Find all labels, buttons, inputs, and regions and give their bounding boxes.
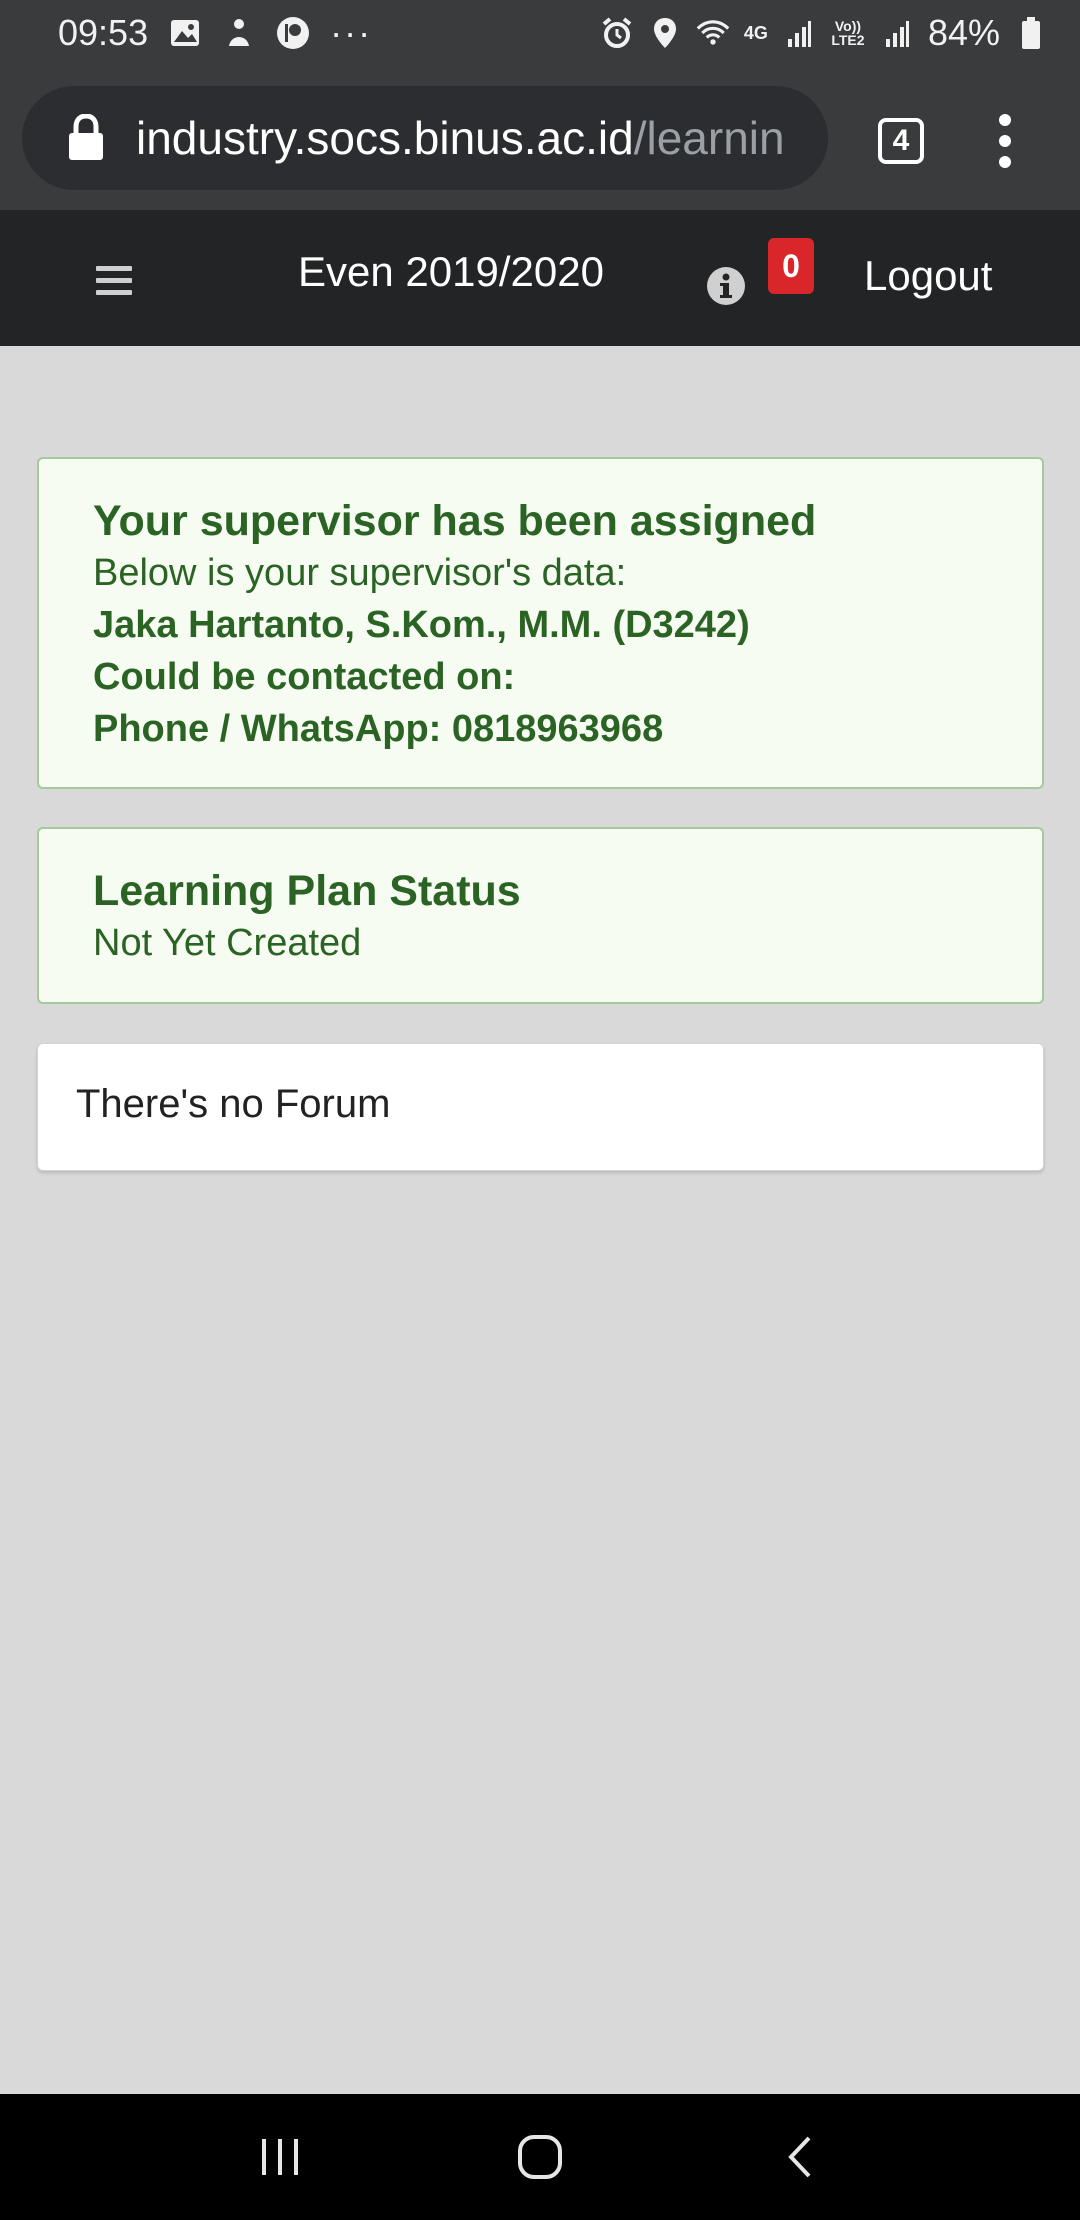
home-button[interactable] bbox=[510, 2127, 570, 2187]
learning-plan-title: Learning Plan Status bbox=[93, 867, 521, 915]
supervisor-subtitle: Below is your supervisor's data: bbox=[93, 552, 627, 594]
status-bar: 09:53 ··· 4G Vo)) LTE2 84% bbox=[0, 0, 1080, 66]
supervisor-card-title: Your supervisor has been assigned bbox=[93, 497, 817, 545]
patreon-icon bbox=[276, 16, 310, 50]
lock-icon bbox=[69, 114, 103, 160]
battery-icon bbox=[1014, 16, 1048, 50]
battery-percent: 84% bbox=[927, 12, 1000, 53]
clock: 09:53 bbox=[58, 12, 149, 53]
supervisor-name: Jaka Hartanto, S.Kom., M.M. (D3242) bbox=[93, 604, 750, 646]
tab-count: 4 bbox=[892, 124, 910, 157]
location-icon bbox=[648, 16, 682, 50]
alarm-icon bbox=[600, 16, 634, 50]
learning-plan-status: Not Yet Created bbox=[93, 922, 362, 964]
more-vert-icon bbox=[999, 114, 1011, 168]
browser-menu-button[interactable] bbox=[990, 106, 1020, 176]
info-icon[interactable] bbox=[706, 266, 748, 308]
volte-indicator: Vo)) LTE2 bbox=[831, 18, 865, 48]
url-host: industry.socs.binus.ac.id bbox=[136, 112, 634, 164]
url-bar[interactable]: industry.socs.binus.ac.id/learnin bbox=[22, 86, 828, 190]
home-icon bbox=[518, 2135, 562, 2179]
supervisor-phone: Phone / WhatsApp: 0818963968 bbox=[93, 708, 664, 750]
browser-toolbar: industry.socs.binus.ac.id/learnin 4 bbox=[0, 66, 1080, 210]
back-button[interactable] bbox=[770, 2127, 830, 2187]
signal-icon-1 bbox=[782, 16, 816, 50]
app-navbar: Even 2019/2020 0 Logout bbox=[0, 210, 1080, 346]
forum-empty-message: There's no Forum bbox=[76, 1082, 391, 1126]
recent-apps-button[interactable] bbox=[250, 2127, 310, 2187]
hamburger-menu-icon[interactable] bbox=[96, 266, 132, 296]
notification-badge[interactable]: 0 bbox=[768, 238, 814, 294]
contact-label: Could be contacted on: bbox=[93, 656, 516, 698]
supervisor-card: Your supervisor has been assigned Below … bbox=[37, 457, 1044, 789]
gallery-icon bbox=[168, 16, 202, 50]
system-navigation-bar bbox=[0, 2094, 1080, 2220]
forum-card: There's no Forum bbox=[37, 1043, 1044, 1171]
tab-switcher-button[interactable]: 4 bbox=[878, 118, 924, 164]
recent-apps-icon bbox=[262, 2139, 298, 2175]
logout-link[interactable]: Logout bbox=[864, 252, 992, 300]
wifi-icon bbox=[696, 16, 730, 50]
signal-icon-2 bbox=[880, 16, 914, 50]
url-path: /learnin bbox=[633, 112, 785, 164]
learning-plan-card: Learning Plan Status Not Yet Created bbox=[37, 827, 1044, 1004]
app-notification-icon bbox=[222, 16, 256, 50]
network-type: 4G bbox=[743, 22, 768, 43]
back-icon bbox=[788, 2136, 811, 2178]
period-title: Even 2019/2020 bbox=[298, 248, 604, 295]
more-notifications-indicator: ··· bbox=[330, 12, 373, 53]
